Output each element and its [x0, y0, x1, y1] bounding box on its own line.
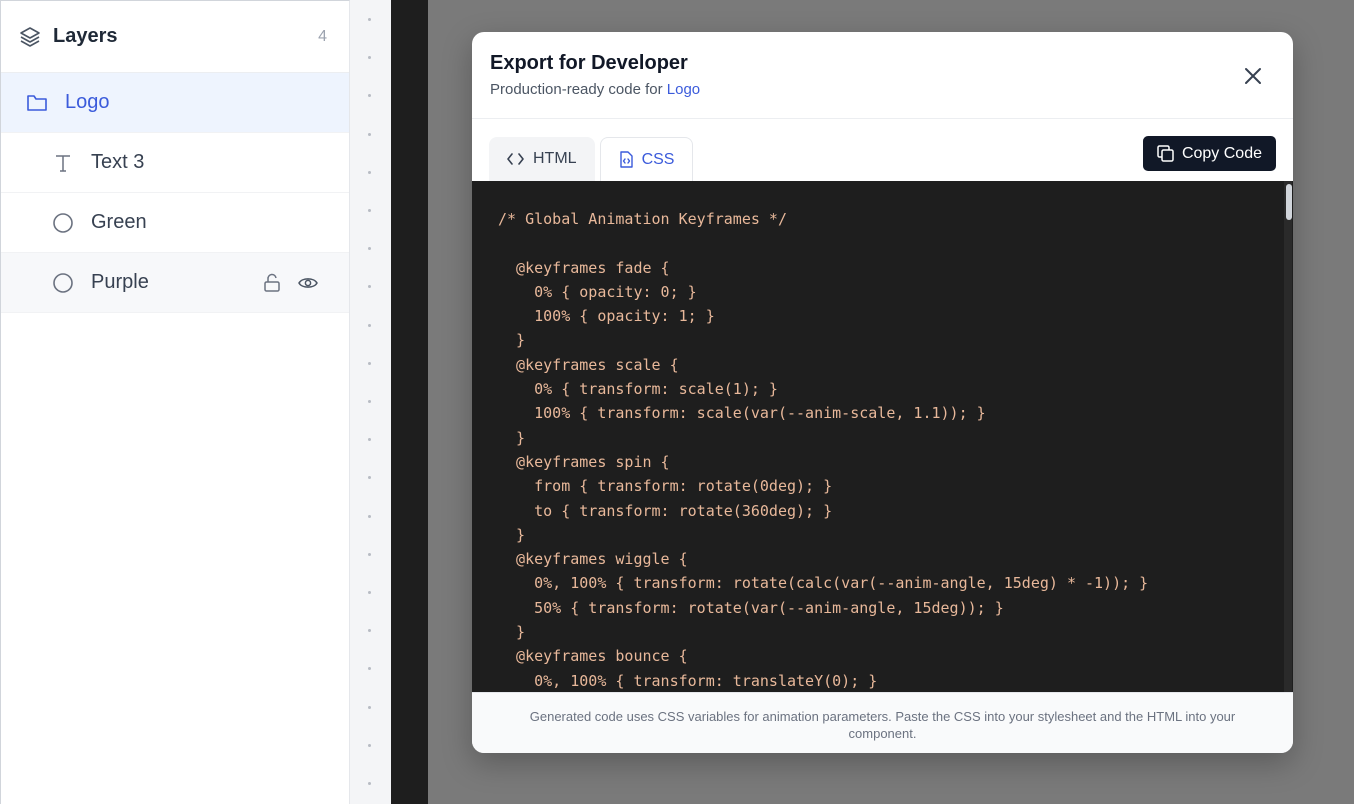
code-scrollbar-thumb[interactable] — [1286, 184, 1292, 220]
layer-row-text-3[interactable]: Text 3 — [1, 133, 349, 193]
code-tabs: HTML CSS Copy Code — [472, 119, 1293, 181]
layers-panel: Layers 4 Logo Text 3 Green Purple — [0, 0, 350, 804]
canvas-grid-dot — [368, 515, 371, 518]
layers-count: 4 — [318, 27, 327, 45]
canvas-grid-dot — [368, 667, 371, 670]
canvas-grid-dot — [368, 438, 371, 441]
canvas-grid-dot — [368, 18, 371, 21]
layers-title: Layers — [53, 25, 118, 47]
eye-icon[interactable] — [297, 272, 319, 294]
canvas-grid-dot — [368, 476, 371, 479]
canvas-grid-dot — [368, 782, 371, 785]
modal-footer-note: Generated code uses CSS variables for an… — [472, 692, 1293, 753]
canvas-grid-dot — [368, 56, 371, 59]
canvas-grid-dot — [368, 591, 371, 594]
unlock-icon[interactable] — [261, 272, 283, 294]
close-button[interactable] — [1241, 64, 1265, 88]
close-icon — [1245, 68, 1261, 84]
code-scrollbar-track[interactable] — [1284, 181, 1292, 692]
canvas-grid-dot — [368, 744, 371, 747]
canvas-grid-dot — [368, 285, 371, 288]
copy-label: Copy Code — [1181, 144, 1262, 162]
canvas-grid-dot — [368, 400, 371, 403]
layers-header: Layers 4 — [1, 1, 349, 73]
folder-icon — [25, 91, 49, 115]
layer-label: Text 3 — [91, 151, 145, 173]
modal-title: Export for Developer — [490, 52, 688, 74]
layer-row-logo[interactable]: Logo — [1, 73, 349, 133]
subtitle-text: Production-ready code for — [490, 81, 667, 98]
tab-label: HTML — [533, 150, 577, 167]
canvas-grid-dot — [368, 553, 371, 556]
layer-row-actions — [261, 272, 319, 294]
layer-row-purple[interactable]: Purple — [1, 253, 349, 313]
canvas-grid-dot — [368, 324, 371, 327]
copy-icon — [1157, 145, 1174, 162]
canvas-area — [350, 0, 391, 804]
canvas-grid-dot — [368, 209, 371, 212]
css-code[interactable]: /* Global Animation Keyframes */ @keyfra… — [472, 181, 1293, 692]
file-code-icon — [619, 151, 633, 168]
canvas-grid-dot — [368, 706, 371, 709]
modal-subtitle: Production-ready code for Logo — [490, 81, 1275, 98]
canvas-grid-dot — [368, 171, 371, 174]
canvas-grid-dot — [368, 629, 371, 632]
canvas-grid-dot — [368, 247, 371, 250]
layers-icon — [17, 24, 43, 50]
text-icon — [51, 151, 75, 175]
subtitle-layer-link: Logo — [666, 81, 701, 98]
tab-html[interactable]: HTML — [489, 137, 595, 181]
canvas-edge — [391, 0, 428, 804]
code-viewer[interactable]: /* Global Animation Keyframes */ @keyfra… — [472, 181, 1293, 692]
circle-icon — [51, 271, 75, 295]
layer-label: Green — [91, 211, 147, 233]
tab-css[interactable]: CSS — [599, 137, 694, 181]
circle-icon — [51, 211, 75, 235]
export-modal: Export for Developer Production-ready co… — [472, 32, 1293, 753]
layer-label: Logo — [65, 91, 110, 113]
canvas-grid-dot — [368, 133, 371, 136]
canvas-grid-dot — [368, 362, 371, 365]
code-brackets-icon — [507, 153, 524, 165]
tab-label: CSS — [641, 150, 675, 168]
layer-label: Purple — [91, 271, 149, 293]
canvas-grid-dot — [368, 94, 371, 97]
copy-code-button[interactable]: Copy Code — [1142, 136, 1276, 171]
layer-row-green[interactable]: Green — [1, 193, 349, 253]
modal-header: Export for Developer Production-ready co… — [472, 32, 1293, 119]
